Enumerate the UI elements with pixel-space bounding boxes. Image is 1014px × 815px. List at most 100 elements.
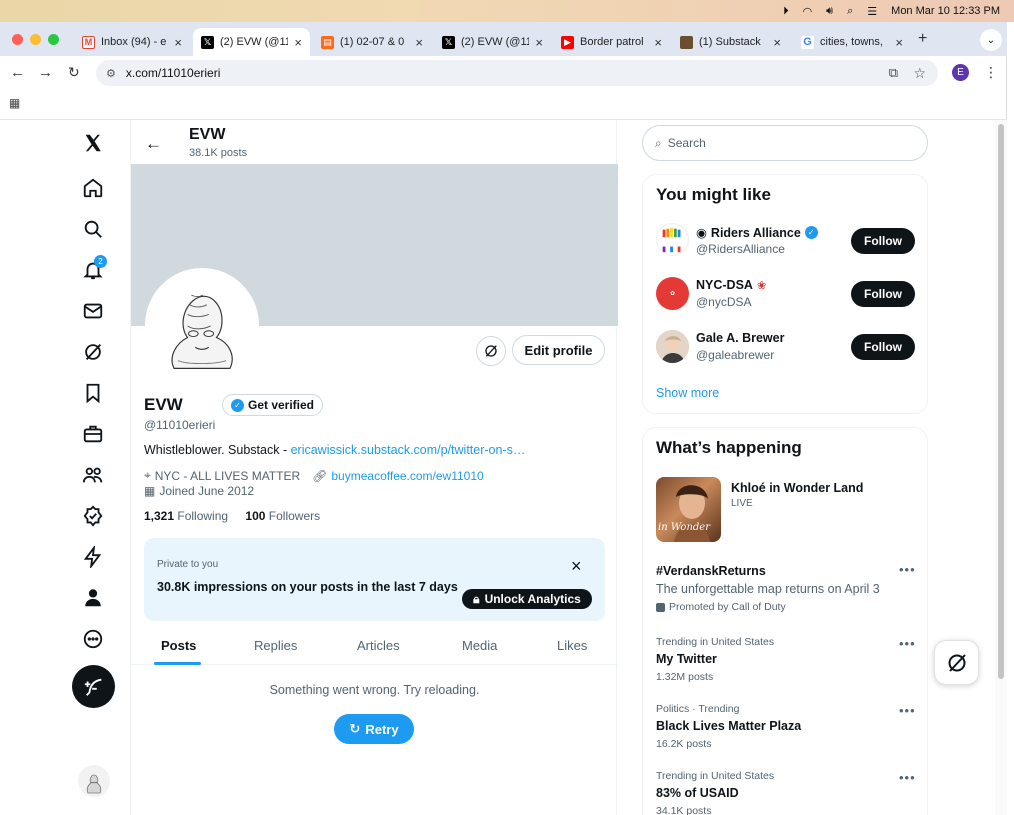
messages-envelope-icon[interactable]: [80, 298, 106, 324]
trend-more-icon[interactable]: •••: [899, 636, 916, 651]
grok-icon[interactable]: [80, 339, 106, 365]
grok-floating-button[interactable]: [934, 640, 979, 685]
close-tab-icon[interactable]: ×: [415, 35, 423, 50]
browser-tab[interactable]: M Inbox (94) - e ×: [74, 28, 190, 56]
new-tab-icon[interactable]: +: [918, 30, 927, 48]
close-tab-icon[interactable]: ×: [895, 35, 903, 50]
profile-person-icon[interactable]: [80, 585, 106, 611]
suggestion-name-row[interactable]: NYC-DSA ❀: [696, 278, 766, 292]
profile-avatar-large[interactable]: [145, 268, 259, 382]
grok-profile-button[interactable]: [476, 336, 506, 366]
following-link[interactable]: 1,321 Following: [144, 509, 228, 523]
site-settings-icon[interactable]: ⚙: [106, 67, 116, 80]
close-analytics-icon[interactable]: ×: [571, 556, 582, 577]
home-icon[interactable]: [80, 175, 106, 201]
tab-media[interactable]: Media: [462, 625, 497, 665]
bookmarks-icon[interactable]: [80, 380, 106, 406]
more-options-icon[interactable]: [80, 626, 106, 652]
browser-tab[interactable]: 𝕏 (2) EVW (@11 ×: [434, 28, 551, 56]
trend-more-icon[interactable]: •••: [899, 770, 916, 785]
get-verified-button[interactable]: ✓ Get verified: [222, 394, 323, 416]
compose-post-button[interactable]: [72, 665, 115, 708]
browser-tab[interactable]: ▤ (1) 02-07 & 0 ×: [313, 28, 431, 56]
suggestion-avatar[interactable]: [656, 223, 689, 256]
close-window-button[interactable]: [12, 34, 23, 45]
bookmarks-bar: ▦: [0, 90, 1007, 120]
tab-likes[interactable]: Likes: [557, 625, 587, 665]
follow-button[interactable]: Follow: [851, 334, 915, 360]
impressions-text: 30.8K impressions on your posts in the l…: [157, 580, 458, 594]
notifications-bell-icon[interactable]: 2: [80, 255, 107, 283]
close-tab-icon[interactable]: ×: [773, 35, 781, 50]
page-scrollbar[interactable]: [995, 120, 1007, 815]
trend-more-icon[interactable]: •••: [899, 562, 916, 577]
close-tab-icon[interactable]: ×: [294, 35, 302, 50]
close-tab-icon[interactable]: ×: [535, 35, 543, 50]
forward-icon[interactable]: →: [38, 64, 53, 81]
x-logo-icon[interactable]: [80, 130, 106, 156]
tab-replies[interactable]: Replies: [254, 625, 297, 665]
browser-tab[interactable]: (1) Substack ×: [672, 28, 789, 56]
explore-search-icon[interactable]: [80, 216, 106, 242]
browser-tab[interactable]: ▶ Border patrol ×: [553, 28, 670, 56]
tab-posts[interactable]: Posts: [161, 625, 196, 665]
communities-icon[interactable]: [80, 462, 106, 488]
control-center-icon[interactable]: ☰: [867, 5, 877, 18]
tab-articles[interactable]: Articles: [357, 625, 400, 665]
account-avatar[interactable]: [78, 765, 110, 797]
right-sidebar: ⌕ Search You might like ◉ Riders Allianc…: [642, 120, 928, 815]
browser-tab[interactable]: G cities, towns, ×: [793, 28, 911, 56]
install-app-icon[interactable]: ⧉: [889, 65, 898, 81]
trend-title[interactable]: My Twitter: [656, 652, 717, 666]
featured-trend-title[interactable]: Khloé in Wonder Land: [731, 481, 863, 495]
trend-more-icon[interactable]: •••: [899, 703, 916, 718]
follow-button[interactable]: Follow: [851, 281, 915, 307]
tab-search-icon[interactable]: ⌄: [980, 29, 1002, 51]
close-tab-icon[interactable]: ×: [174, 35, 182, 50]
minimize-window-button[interactable]: [30, 34, 41, 45]
back-arrow-icon[interactable]: ←: [145, 134, 162, 154]
trend-title[interactable]: #VerdanskReturns: [656, 564, 766, 578]
url-text[interactable]: x.com/11010erieri: [126, 66, 221, 80]
spotlight-icon[interactable]: ⌕: [847, 5, 853, 18]
browser-tab-active[interactable]: 𝕏 (2) EVW (@11 ×: [193, 28, 310, 56]
trend-title[interactable]: Black Lives Matter Plaza: [656, 719, 801, 733]
suggestion-avatar[interactable]: ✿: [656, 277, 689, 310]
back-icon[interactable]: ←: [10, 64, 25, 81]
media-control-icon[interactable]: ⏵: [783, 5, 789, 18]
bio-link[interactable]: ericawissick.substack.com/p/twitter-on-s…: [291, 443, 526, 457]
featured-trend-image[interactable]: in Wonder: [656, 477, 721, 542]
verified-orgs-icon[interactable]: [80, 503, 106, 529]
scrollbar-thumb[interactable]: [998, 124, 1004, 679]
menubar-clock[interactable]: Mon Mar 10 12:33 PM: [891, 5, 1000, 17]
edit-profile-button[interactable]: Edit profile: [512, 335, 605, 365]
follow-button[interactable]: Follow: [851, 228, 915, 254]
reload-icon[interactable]: ↻: [68, 64, 80, 81]
get-verified-label: Get verified: [247, 398, 315, 412]
followers-link[interactable]: 100 Followers: [245, 509, 320, 523]
search-input[interactable]: ⌕ Search: [642, 125, 928, 161]
profile-website-link[interactable]: buymeacoffee.com/ew11010: [331, 469, 483, 483]
profile-name: EVW: [144, 395, 183, 414]
browser-menu-icon[interactable]: ⋮: [984, 64, 998, 81]
profile-avatar[interactable]: E: [952, 64, 969, 81]
mac-menubar: ⏵ ◠ 🔊︎ ⌕ ☰ Mon Mar 10 12:33 PM: [0, 0, 1014, 22]
suggestion-avatar[interactable]: [656, 330, 689, 363]
premium-lightning-icon[interactable]: [80, 544, 106, 570]
bookmark-star-icon[interactable]: ☆: [913, 65, 926, 82]
url-bar[interactable]: ⚙ x.com/11010erieri ⧉ ☆: [96, 60, 938, 86]
suggestion-name-row[interactable]: ◉ Riders Alliance ✓: [696, 225, 818, 240]
retry-button[interactable]: ↻ Retry: [334, 714, 414, 744]
close-tab-icon[interactable]: ×: [654, 35, 662, 50]
apps-grid-icon[interactable]: ▦: [9, 96, 20, 110]
suggestion-name[interactable]: Gale A. Brewer: [696, 331, 784, 345]
show-more-link[interactable]: Show more: [656, 386, 719, 400]
trend-title[interactable]: 83% of USAID: [656, 786, 739, 800]
unlock-analytics-button[interactable]: 🔒︎ Unlock Analytics: [462, 589, 592, 609]
volume-icon[interactable]: 🔊︎: [826, 5, 833, 18]
wifi-icon[interactable]: ◠: [803, 5, 813, 18]
tab-label: (2) EVW (@11: [220, 36, 289, 48]
jobs-briefcase-icon[interactable]: [80, 421, 106, 447]
zoom-window-button[interactable]: [48, 34, 59, 45]
location-pin-icon: ⌖: [144, 468, 151, 482]
